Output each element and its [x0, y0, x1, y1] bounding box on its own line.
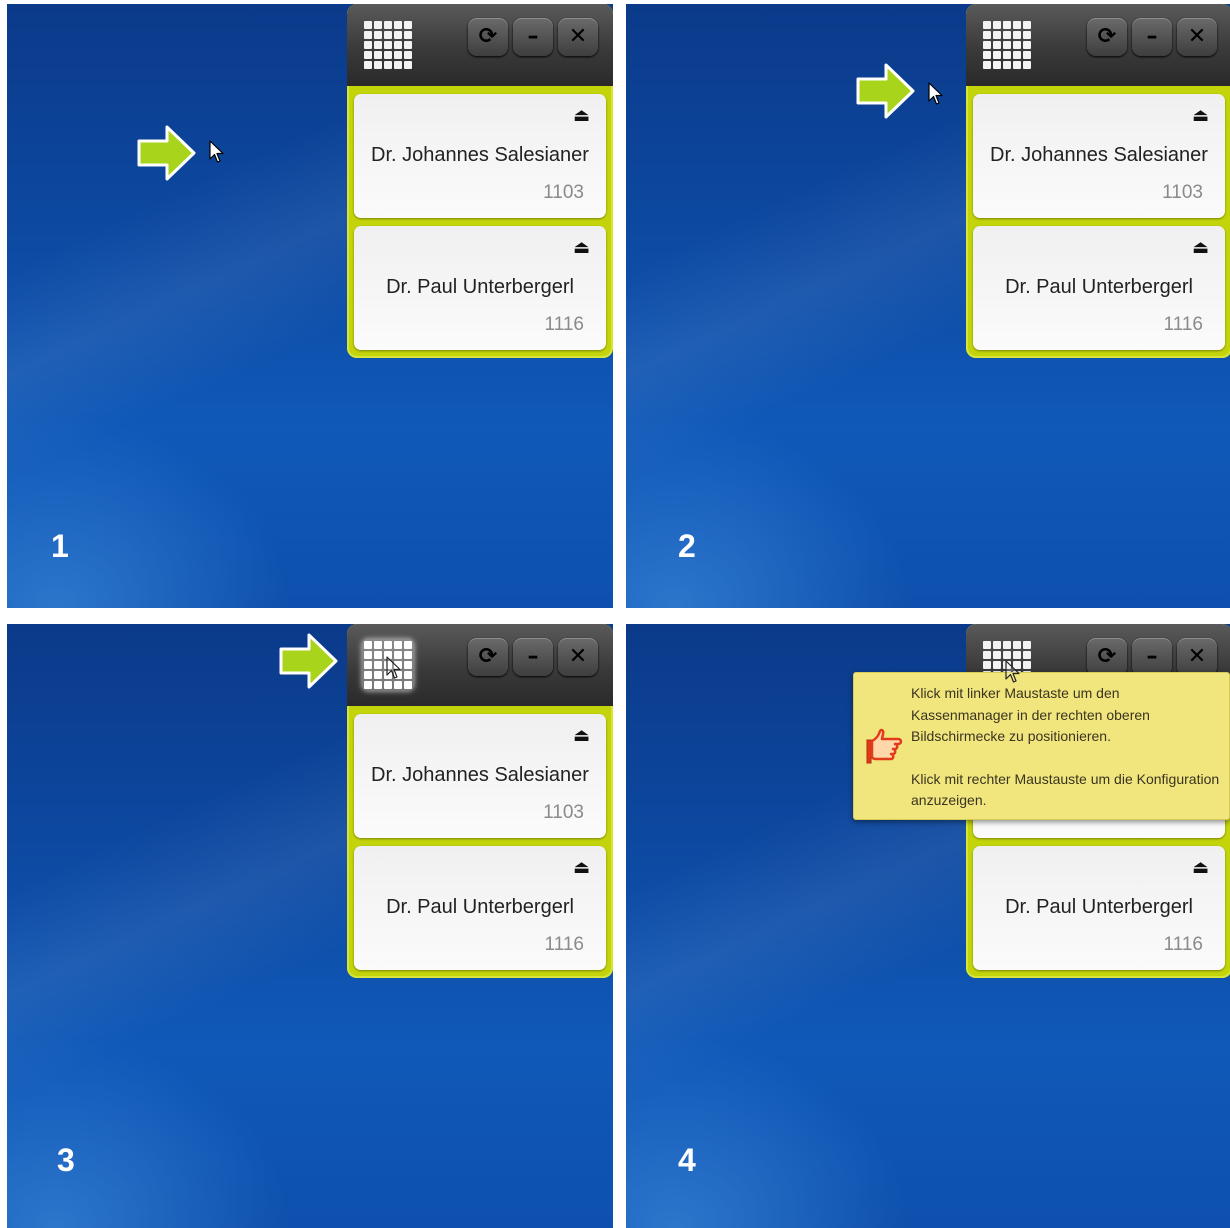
minimize-button[interactable]: – [513, 638, 553, 676]
contact-extension: 1116 [1163, 314, 1203, 335]
minimize-button[interactable]: – [1132, 638, 1172, 676]
kassenmanager-widget: ⟳ – ✕ ⏏ Dr. Johannes Salesianer 1103 ⏏ D… [966, 4, 1230, 358]
contact-name: Dr. Johannes Salesianer [990, 144, 1208, 166]
contact-name: Dr. Paul Unterbergerl [1005, 276, 1193, 298]
close-button[interactable]: ✕ [558, 18, 598, 56]
kassenmanager-widget: ⟳ – ✕ ⏏ Dr. Johannes Salesianer 1103 ⏏ D… [347, 4, 613, 358]
eject-icon[interactable]: ⏏ [1192, 858, 1209, 878]
contact-name: Dr. Paul Unterbergerl [386, 276, 574, 298]
refresh-button[interactable]: ⟳ [1087, 638, 1127, 676]
refresh-icon: ⟳ [1097, 644, 1117, 669]
tooltip-left-click-text: Klick mit linker Maustaste um den Kassen… [911, 685, 1150, 744]
close-icon: ✕ [1187, 644, 1207, 669]
step-number: 3 [57, 1142, 75, 1178]
contact-card[interactable]: ⏏ Dr. Paul Unterbergerl 1116 [354, 226, 606, 350]
green-arrow-icon [137, 125, 196, 181]
contact-card[interactable]: ⏏ Dr. Johannes Salesianer 1103 [354, 714, 606, 838]
contact-extension: 1116 [544, 934, 584, 955]
contact-name: Dr. Paul Unterbergerl [386, 896, 574, 918]
widget-header: ⟳ – ✕ [347, 4, 613, 86]
eject-icon[interactable]: ⏏ [1192, 106, 1209, 126]
minimize-icon: – [527, 24, 539, 49]
close-button[interactable]: ✕ [1177, 18, 1217, 56]
close-icon: ✕ [568, 644, 588, 669]
contact-name: Dr. Johannes Salesianer [371, 764, 589, 786]
eject-icon[interactable]: ⏏ [573, 106, 590, 126]
mouse-cursor-icon [386, 656, 401, 679]
screenshot-panel-3: 3 ⟳ – ✕ ⏏ Dr. Johannes Salesianer 1103 ⏏… [7, 624, 613, 1228]
pointing-hand-icon [866, 728, 903, 764]
minimize-icon: – [1146, 24, 1158, 49]
refresh-button[interactable]: ⟳ [1087, 18, 1127, 56]
grid-icon[interactable] [981, 19, 1033, 71]
green-arrow-icon [856, 63, 915, 119]
eject-icon[interactable]: ⏏ [573, 238, 590, 258]
eject-icon[interactable]: ⏏ [573, 858, 590, 878]
close-button[interactable]: ✕ [558, 638, 598, 676]
mouse-cursor-icon [928, 82, 943, 105]
eject-icon[interactable]: ⏏ [1192, 238, 1209, 258]
minimize-button[interactable]: – [513, 18, 553, 56]
contact-card[interactable]: ⏏ Dr. Paul Unterbergerl 1116 [973, 846, 1225, 970]
mouse-cursor-icon [209, 140, 224, 163]
contact-card[interactable]: ⏏ Dr. Johannes Salesianer 1103 [354, 94, 606, 218]
refresh-icon: ⟳ [1097, 24, 1117, 49]
screenshot-panel-1: 1 ⟳ – ✕ ⏏ Dr. Johannes Salesianer 1103 ⏏… [7, 4, 613, 608]
contact-extension: 1103 [1162, 182, 1203, 203]
green-arrow-icon [279, 633, 338, 689]
grid-icon[interactable] [362, 19, 414, 71]
refresh-icon: ⟳ [478, 644, 498, 669]
widget-header: ⟳ – ✕ [966, 4, 1230, 86]
eject-icon[interactable]: ⏏ [573, 726, 590, 746]
contact-card[interactable]: ⏏ Dr. Johannes Salesianer 1103 [973, 94, 1225, 218]
close-button[interactable]: ✕ [1177, 638, 1217, 676]
refresh-button[interactable]: ⟳ [468, 18, 508, 56]
contact-card[interactable]: ⏏ Dr. Paul Unterbergerl 1116 [354, 846, 606, 970]
step-number: 1 [51, 528, 69, 564]
step-number: 2 [678, 528, 696, 564]
contact-extension: 1116 [1163, 934, 1203, 955]
minimize-icon: – [527, 644, 539, 669]
refresh-button[interactable]: ⟳ [468, 638, 508, 676]
minimize-button[interactable]: – [1132, 18, 1172, 56]
screenshot-panel-2: 2 ⟳ – ✕ ⏏ Dr. Johannes Salesianer 1103 ⏏… [626, 4, 1230, 608]
step-number: 4 [678, 1142, 696, 1178]
minimize-icon: – [1146, 644, 1158, 669]
contact-extension: 1103 [543, 182, 584, 203]
refresh-icon: ⟳ [478, 24, 498, 49]
contact-name: Dr. Johannes Salesianer [371, 144, 589, 166]
tooltip-right-click-text: Klick mit rechter Maustauste um die Konf… [911, 770, 1220, 809]
close-icon: ✕ [568, 24, 588, 49]
mouse-cursor-icon [1005, 660, 1020, 683]
contact-extension: 1116 [544, 314, 584, 335]
contact-name: Dr. Paul Unterbergerl [1005, 896, 1193, 918]
tooltip: Klick mit linker Maustaste um den Kassen… [853, 672, 1230, 820]
contact-extension: 1103 [543, 802, 584, 823]
screenshot-panel-4: 4 ⟳ – ✕ ⏏ Dr. Johannes Salesianer 1103 [626, 624, 1230, 1228]
close-icon: ✕ [1187, 24, 1207, 49]
tooltip-text: Klick mit linker Maustaste um den Kassen… [911, 683, 1221, 812]
contact-card[interactable]: ⏏ Dr. Paul Unterbergerl 1116 [973, 226, 1225, 350]
